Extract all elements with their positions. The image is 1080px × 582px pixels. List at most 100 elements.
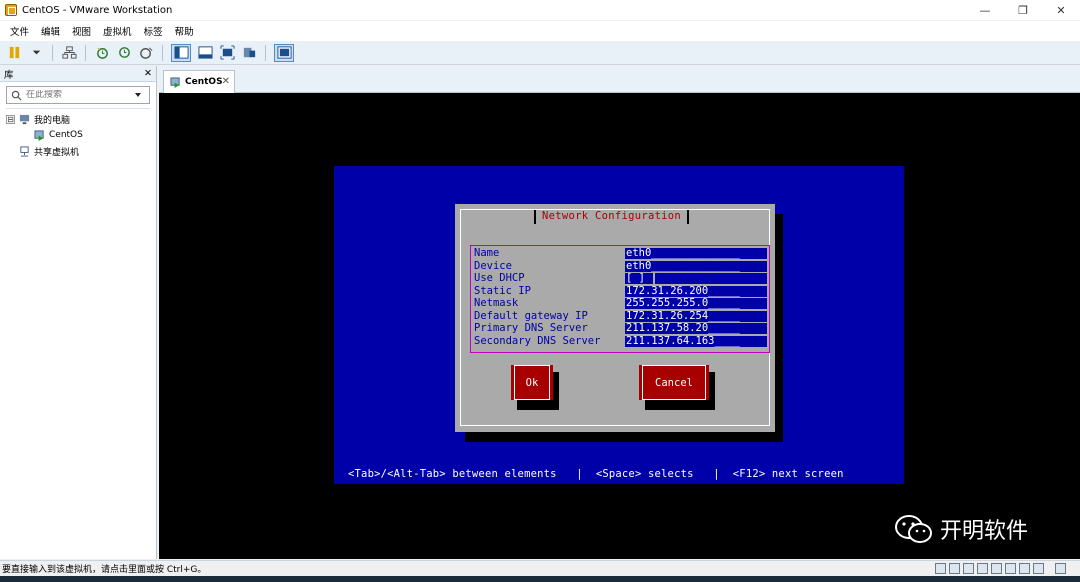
field-label: Primary DNS Server [474,322,588,334]
field-label: Device [474,259,512,272]
pause-icon [9,46,19,59]
tab-close-icon[interactable]: ✕ [222,76,230,87]
display-icon[interactable] [1033,563,1044,574]
send-ctrl-alt-del-button[interactable] [61,45,77,61]
collapse-toggle[interactable]: ⊟ [6,114,15,124]
taskbar [0,576,1080,582]
keyboard-hint: <Tab>/<Alt-Tab> between elements | <Spac… [348,468,844,480]
tree-item-label: 我的电脑 [34,115,71,126]
gateway-field[interactable]: 172.31.26.254_____ [625,310,767,322]
use-dhcp-checkbox[interactable]: [ ] [625,273,653,284]
snapshot-icon [96,47,108,59]
tab-label: CentOS [185,77,223,87]
menu-help[interactable]: 帮助 [169,24,200,38]
netmask-field[interactable]: 255.255.255.0_____ [625,298,767,309]
tree-item-centos[interactable]: CentOS [6,127,150,143]
form-row-netmask: Netmask 255.255.255.0_____ [474,297,770,309]
field-label: Name [474,247,500,259]
field-label: Static IP [474,284,531,297]
dhcp-field-fill [655,273,767,284]
tab-bar: CentOS ✕ [159,66,1080,93]
form-row-device: Device eth0______________ [474,260,770,272]
usb-icon[interactable] [991,563,1002,574]
vm-running-icon [34,129,44,141]
network-adapter-icon[interactable] [977,563,988,574]
cdrom-icon[interactable] [949,563,960,574]
tree-item-shared-vms[interactable]: 共享虚拟机 [6,143,150,159]
device-icons [935,563,1066,574]
primary-dns-field[interactable]: 211.137.58.20_____ [625,323,767,334]
menu-view[interactable]: 视图 [66,24,97,38]
menu-tabs[interactable]: 标签 [138,24,169,38]
library-header: 库 ✕ [0,66,156,82]
network-config-dialog: Network Configuration Name eth0_________… [455,204,775,432]
watermark-text: 开明软件 [940,519,1029,544]
sound-icon[interactable] [1005,563,1016,574]
console-view-icon [276,46,292,59]
field-label: Use DHCP [474,272,525,284]
form-row-primary-dns: Primary DNS Server 211.137.58.20_____ [474,322,770,334]
field-label: Netmask [474,297,519,309]
shared-vm-icon [20,145,29,157]
snapshot-manager-button[interactable] [138,45,154,61]
menu-bar: 文件 编辑 视图 虚拟机 标签 帮助 [0,21,1080,41]
ok-button[interactable]: Ok [511,365,553,400]
form-row-static-ip: Static IP 172.31.26.200_____ [474,285,770,297]
library-tree: ⊟ 我的电脑 CentOS 共享虚拟机 [6,108,150,159]
tab-centos[interactable]: CentOS ✕ [163,70,235,93]
ok-label: Ok [525,376,539,389]
thumbnail-bar-button[interactable] [197,45,213,61]
library-search[interactable] [6,86,150,104]
floppy-icon[interactable] [963,563,974,574]
window-title: CentOS - VMware Workstation [22,4,173,16]
network-form: Name eth0______________ Device eth0_____… [470,245,770,353]
menu-vm[interactable]: 虚拟机 [97,24,138,38]
library-close-icon[interactable]: ✕ [144,68,152,79]
vm-running-icon [170,76,180,88]
status-text: 要直接输入到该虚拟机，请点击里面或按 Ctrl+G。 [2,565,207,575]
cancel-label: Cancel [655,376,693,389]
network-icon [61,46,77,59]
unity-button[interactable] [241,45,257,61]
printer-icon[interactable] [1019,563,1030,574]
power-dropdown-button[interactable] [28,45,44,61]
snapshot-button[interactable] [94,45,110,61]
tree-item-label: CentOS [49,130,83,140]
device-field[interactable]: eth0______________ [625,260,767,272]
toolbar [0,41,1080,65]
text-console[interactable]: Network Configuration Name eth0_________… [334,166,904,484]
message-icon[interactable] [1055,563,1066,574]
secondary-dns-field[interactable]: 211.137.64.163____ [625,335,767,347]
search-icon [11,90,22,101]
static-ip-field[interactable]: 172.31.26.200_____ [625,285,767,297]
restore-button[interactable]: ❐ [1004,0,1042,20]
show-library-button[interactable] [171,43,191,62]
chevron-down-icon [32,50,40,55]
menu-edit[interactable]: 编辑 [35,24,66,38]
revert-snapshot-button[interactable] [116,45,132,61]
vm-display[interactable]: Network Configuration Name eth0_________… [159,93,1080,559]
name-field[interactable]: eth0______________ [625,248,767,259]
tree-item-my-computer[interactable]: ⊟ 我的电脑 [6,111,150,127]
library-search-input[interactable] [26,90,134,100]
form-row-gateway: Default gateway IP 172.31.26.254_____ [474,310,770,322]
menu-file[interactable]: 文件 [4,24,35,38]
fullscreen-icon [219,45,235,60]
minimize-button[interactable]: — [966,0,1004,20]
chevron-down-icon[interactable] [134,91,142,99]
library-view-icon [173,46,189,59]
manager-icon [139,47,152,59]
form-row-dhcp: Use DHCP [ ] [474,272,770,284]
cancel-button[interactable]: Cancel [639,365,709,400]
hdd-icon[interactable] [935,563,946,574]
full-screen-button[interactable] [219,45,235,61]
vmware-app-icon [5,4,17,16]
tree-item-label: 共享虚拟机 [34,147,80,158]
suspend-button[interactable] [6,45,22,61]
unity-icon [243,47,255,58]
field-label: Default gateway IP [474,309,588,322]
close-button[interactable]: ✕ [1042,0,1080,20]
thumbnail-icon [197,46,213,59]
dialog-frame: Network Configuration Name eth0_________… [460,209,770,426]
console-view-button[interactable] [274,43,294,62]
